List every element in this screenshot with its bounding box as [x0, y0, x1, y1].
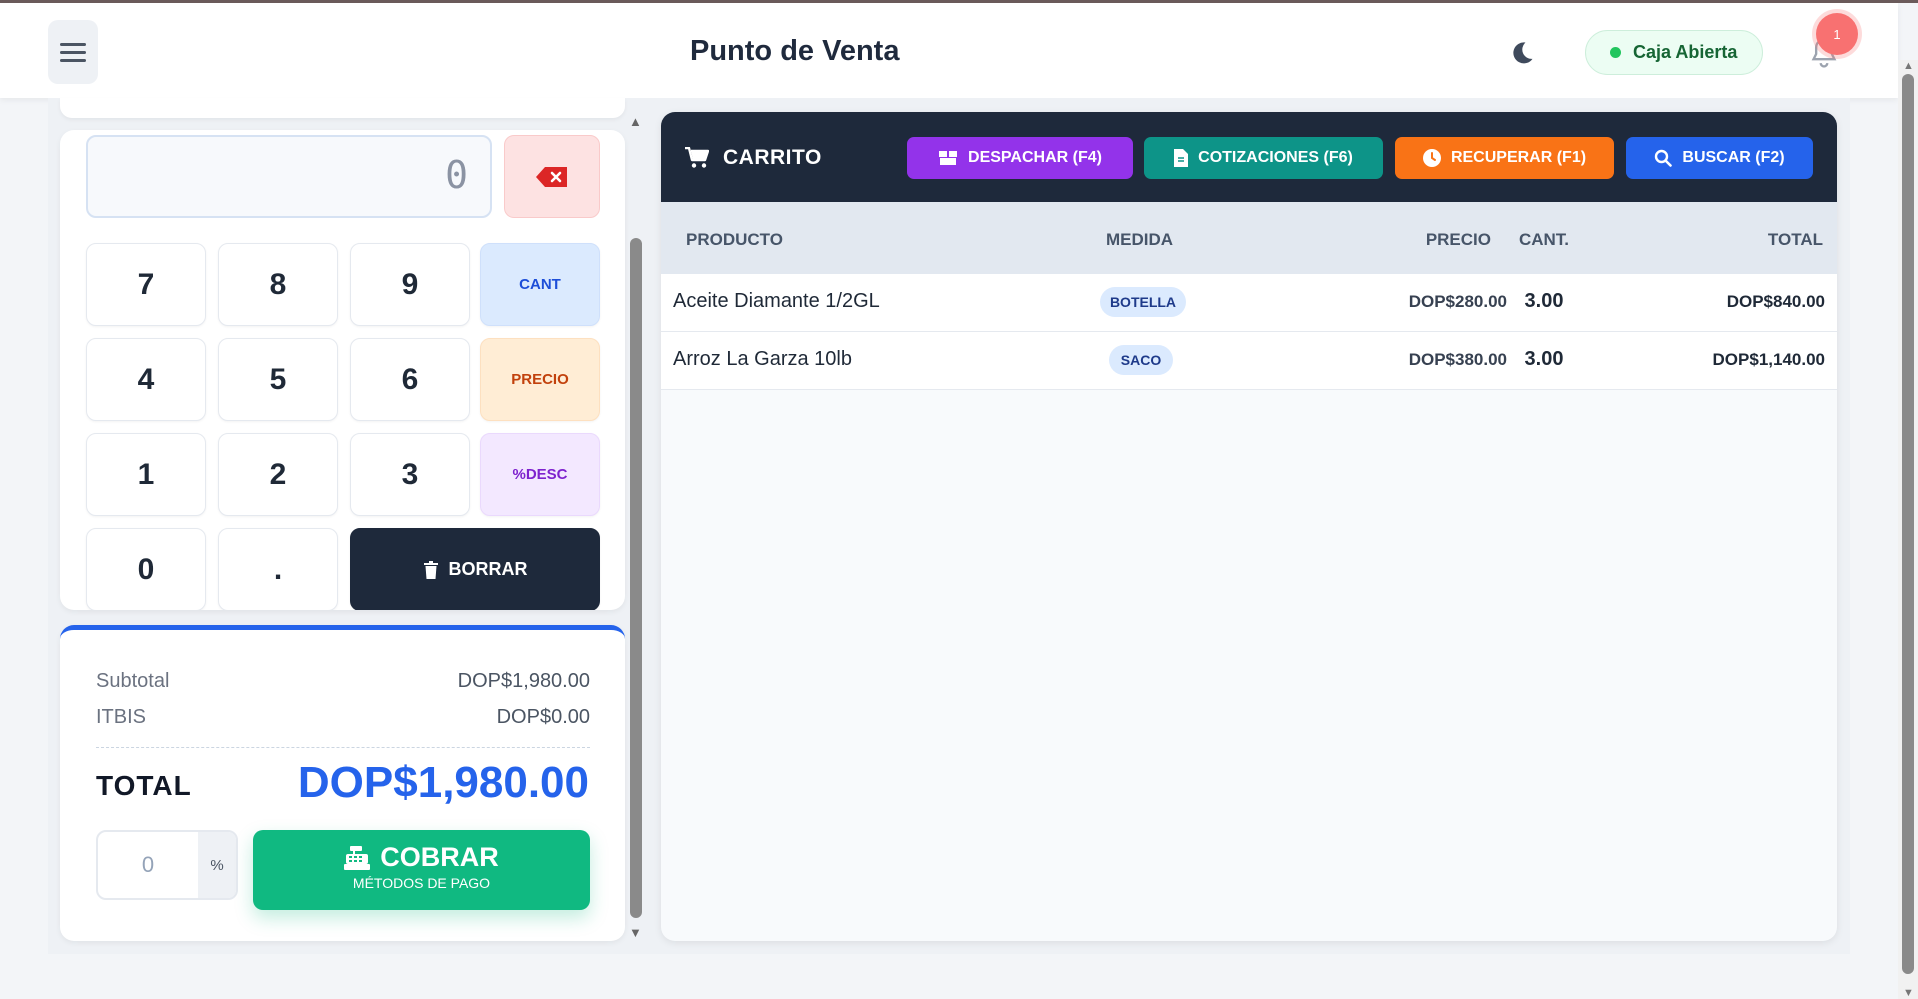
precio-button[interactable]: PRECIO	[480, 338, 600, 421]
buscar-label: BUSCAR (F2)	[1682, 149, 1785, 166]
cart-table-header: PRODUCTO MEDIDA PRECIO CANT. TOTAL	[661, 202, 1837, 274]
page-scrollbar-thumb[interactable]	[1902, 74, 1914, 974]
trash-icon	[423, 560, 438, 579]
product-price: DOP$280.00	[1408, 292, 1507, 311]
discount-unit: %	[198, 832, 236, 898]
inner-scroll-up-icon[interactable]: ▲	[629, 114, 642, 129]
scroll-down-icon[interactable]: ▼	[1903, 987, 1914, 999]
collapsed-card-edge	[60, 98, 625, 118]
key-4[interactable]: 4	[86, 338, 206, 421]
cart-header: CARRITO DESPACHAR (F4) COTIZACIONES (F6)…	[661, 112, 1837, 202]
top-header: Punto de Venta Caja Abierta 1	[0, 3, 1898, 98]
row-total: DOP$1,140.00	[1712, 350, 1825, 369]
keypad-display[interactable]: 0	[86, 135, 492, 218]
key-9[interactable]: 9	[350, 243, 470, 326]
recuperar-label: RECUPERAR (F1)	[1450, 149, 1587, 166]
table-row[interactable]: Aceite Diamante 1/2GL BOTELLA DOP$280.00…	[661, 274, 1837, 332]
column-producto: PRODUCTO	[686, 230, 783, 249]
clock-icon	[1422, 149, 1441, 167]
unit-badge: BOTELLA	[1100, 287, 1186, 317]
status-dot	[1610, 47, 1621, 58]
cart-title-label: CARRITO	[723, 146, 822, 169]
despachar-label: DESPACHAR (F4)	[968, 149, 1102, 166]
backspace-icon	[536, 166, 567, 187]
cobrar-button[interactable]: COBRAR MÉTODOS DE PAGO	[253, 830, 590, 910]
subtotal-label: Subtotal	[96, 670, 170, 692]
table-row[interactable]: Arroz La Garza 10lb SACO DOP$380.00 3.00…	[661, 332, 1837, 390]
total-value: DOP$1,980.00	[297, 758, 589, 807]
total-label: TOTAL	[96, 770, 192, 801]
key-6[interactable]: 6	[350, 338, 470, 421]
page-scrollbar[interactable]: ▲ ▼	[1898, 60, 1918, 999]
product-quantity[interactable]: 3.00	[1499, 290, 1589, 313]
product-price: DOP$380.00	[1408, 350, 1507, 369]
cash-register-icon	[344, 845, 371, 870]
discount-input[interactable]: 0 %	[96, 830, 238, 900]
page-title: Punto de Venta	[690, 35, 900, 67]
status-label: Caja Abierta	[1633, 42, 1738, 62]
discount-value[interactable]: 0	[98, 832, 198, 898]
product-quantity[interactable]: 3.00	[1499, 348, 1589, 371]
key-7[interactable]: 7	[86, 243, 206, 326]
moon-icon[interactable]	[1508, 39, 1536, 67]
cotizaciones-label: COTIZACIONES (F6)	[1198, 149, 1353, 166]
cobrar-sublabel: MÉTODOS DE PAGO	[352, 875, 491, 891]
search-icon	[1655, 149, 1673, 167]
shopping-cart-icon	[685, 147, 709, 168]
product-name: Arroz La Garza 10lb	[673, 348, 852, 370]
scroll-up-icon[interactable]: ▲	[1903, 60, 1914, 72]
cotizaciones-button[interactable]: COTIZACIONES (F6)	[1144, 137, 1383, 179]
despachar-button[interactable]: DESPACHAR (F4)	[907, 137, 1133, 179]
column-total: TOTAL	[1767, 230, 1823, 249]
unit-badge: SACO	[1109, 345, 1173, 375]
keypad-card: 0 7 8 9 CANT 4 5 6 PRECIO 1 2 3 %DESC 0 …	[60, 130, 625, 610]
totals-divider	[96, 747, 590, 748]
backspace-button[interactable]	[504, 135, 600, 218]
left-panel-scrollbar-thumb[interactable]	[630, 238, 642, 918]
product-name: Aceite Diamante 1/2GL	[673, 290, 880, 312]
borrar-button[interactable]: BORRAR	[350, 528, 600, 610]
cant-button[interactable]: CANT	[480, 243, 600, 326]
hamburger-icon	[60, 38, 86, 67]
subtotal-row: Subtotal DOP$1,980.00	[96, 670, 590, 693]
cash-register-status-badge[interactable]: Caja Abierta	[1585, 30, 1763, 75]
key-0[interactable]: 0	[86, 528, 206, 610]
notification-count-badge[interactable]: 1	[1816, 13, 1858, 55]
cart-title: CARRITO	[685, 146, 822, 170]
boxes-icon	[939, 151, 958, 165]
document-icon	[1174, 149, 1189, 167]
menu-button[interactable]	[48, 20, 98, 84]
column-cant: CANT.	[1518, 230, 1570, 249]
itbis-label: ITBIS	[96, 706, 147, 728]
key-1[interactable]: 1	[86, 433, 206, 516]
subtotal-value: DOP$1,980.00	[457, 670, 590, 692]
buscar-button[interactable]: BUSCAR (F2)	[1626, 137, 1813, 179]
cobrar-label: COBRAR	[380, 842, 499, 872]
column-medida: MEDIDA	[1106, 230, 1174, 249]
cart-panel: CARRITO DESPACHAR (F4) COTIZACIONES (F6)…	[661, 112, 1837, 941]
discount-button[interactable]: %DESC	[480, 433, 600, 516]
left-panel-scrollbar[interactable]: ▲ ▼	[628, 114, 644, 940]
recuperar-button[interactable]: RECUPERAR (F1)	[1395, 137, 1614, 179]
inner-scroll-down-icon[interactable]: ▼	[629, 925, 642, 940]
borrar-label: BORRAR	[448, 559, 528, 579]
column-precio: PRECIO	[1425, 230, 1491, 249]
key-3[interactable]: 3	[350, 433, 470, 516]
key-2[interactable]: 2	[218, 433, 338, 516]
row-total: DOP$840.00	[1726, 292, 1825, 311]
totals-card: Subtotal DOP$1,980.00 ITBIS DOP$0.00 TOT…	[60, 625, 625, 941]
itbis-row: ITBIS DOP$0.00	[96, 706, 590, 729]
key-8[interactable]: 8	[218, 243, 338, 326]
key-5[interactable]: 5	[218, 338, 338, 421]
key-dot[interactable]: .	[218, 528, 338, 610]
itbis-value: DOP$0.00	[496, 706, 590, 728]
